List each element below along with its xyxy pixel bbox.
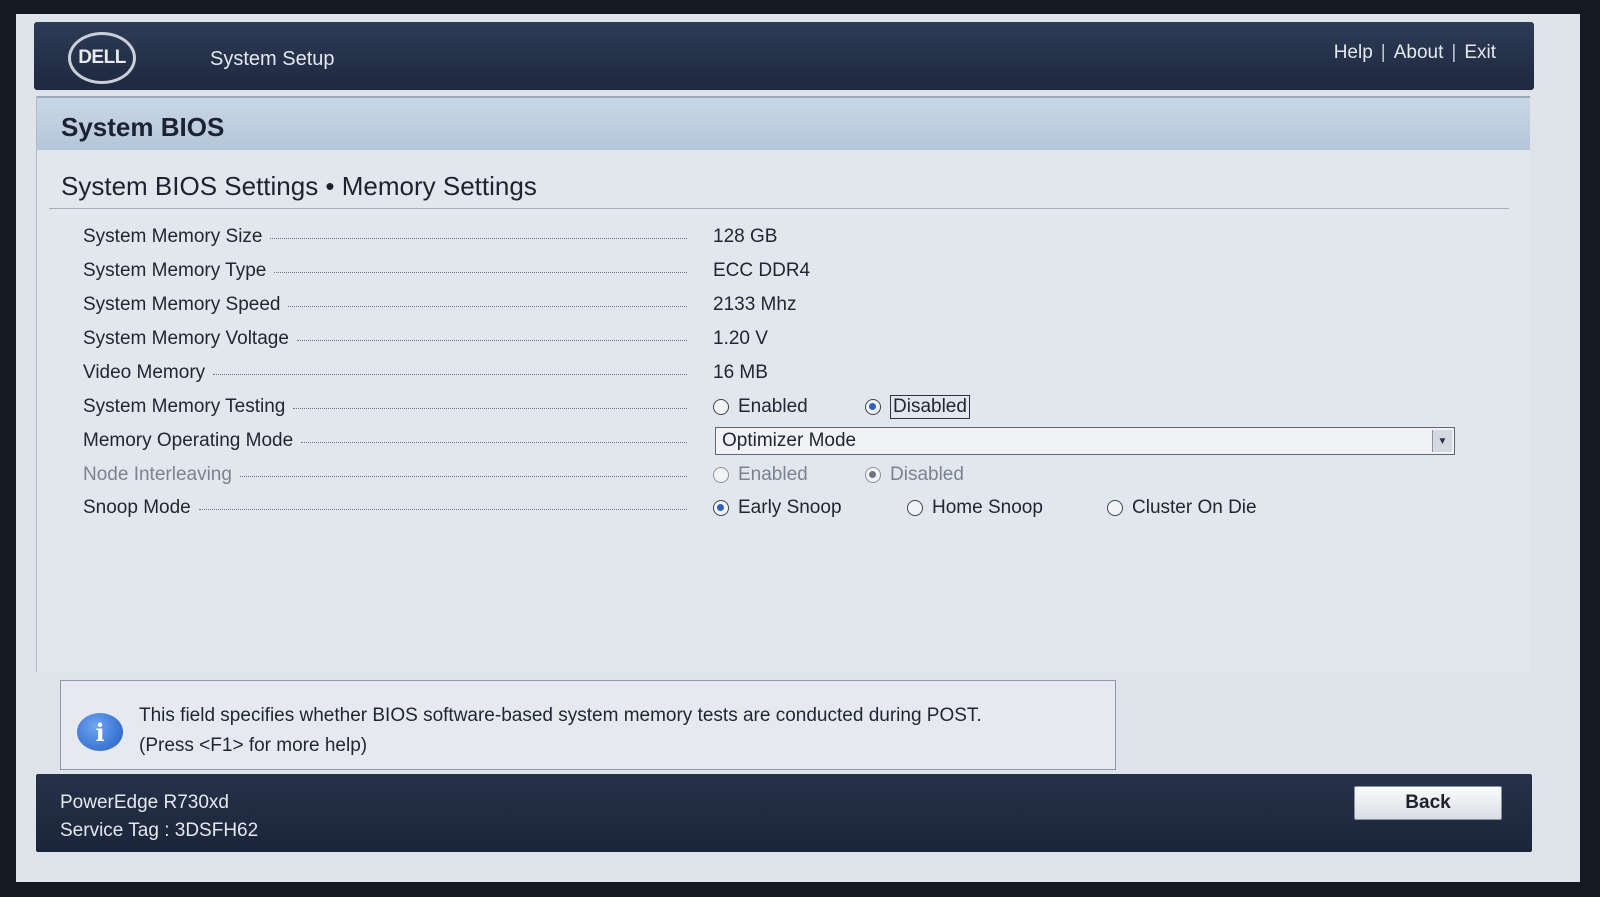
- snoop-cluster-on-die-radio[interactable]: Cluster On Die: [1107, 497, 1257, 519]
- node-interleaving-enabled-radio: Enabled: [713, 464, 865, 486]
- setting-row-memory-testing: System Memory Testing Enabled Disabled: [83, 392, 1503, 422]
- back-button[interactable]: Back: [1354, 786, 1502, 820]
- help-text: This field specifies whether BIOS softwa…: [139, 701, 1109, 761]
- setting-row-memory-type: System Memory Type ECC DDR4: [83, 256, 1503, 286]
- leader-dots: [301, 441, 687, 443]
- radio-label: Disabled: [890, 464, 964, 485]
- radio-label: Disabled: [890, 395, 970, 419]
- settings-panel: System BIOS System BIOS Settings • Memor…: [36, 96, 1530, 672]
- setting-label: Video Memory: [83, 362, 206, 383]
- setting-value: 2133 Mhz: [713, 294, 797, 315]
- setting-row-operating-mode: Memory Operating Mode Optimizer Mode ▼: [83, 426, 1503, 456]
- leader-dots: [293, 407, 687, 409]
- radio-unselected-icon: [907, 500, 923, 516]
- radio-label: Enabled: [738, 396, 808, 417]
- setting-row-snoop-mode: Snoop Mode Early Snoop Home Snoop Cluste…: [83, 493, 1503, 523]
- radio-label: Early Snoop: [738, 497, 842, 518]
- snoop-home-radio[interactable]: Home Snoop: [907, 497, 1107, 519]
- setting-value: ECC DDR4: [713, 260, 811, 281]
- setting-label: System Memory Speed: [83, 294, 281, 315]
- panel-title: System BIOS: [61, 112, 225, 142]
- radio-label: Cluster On Die: [1132, 497, 1257, 518]
- setting-row-video-memory: Video Memory 16 MB: [83, 358, 1503, 388]
- setting-label: Memory Operating Mode: [83, 430, 294, 451]
- setting-value: 128 GB: [713, 226, 778, 247]
- footer-bar: PowerEdge R730xd Service Tag : 3DSFH62 B…: [36, 774, 1532, 852]
- leader-dots: [288, 305, 687, 307]
- radio-label: Enabled: [738, 464, 808, 485]
- setting-row-memory-size: System Memory Size 128 GB: [83, 222, 1503, 252]
- leader-dots: [296, 339, 687, 341]
- app-title: System Setup: [210, 48, 335, 70]
- memory-testing-enabled-radio[interactable]: Enabled: [713, 396, 865, 418]
- info-icon: i: [77, 713, 123, 751]
- radio-label: Home Snoop: [932, 497, 1043, 518]
- snoop-early-radio[interactable]: Early Snoop: [713, 497, 907, 519]
- radio-unselected-icon: [713, 399, 729, 415]
- subtitle-divider: [49, 208, 1509, 209]
- memory-testing-radio-group: Enabled Disabled: [713, 395, 970, 419]
- page-subtitle: System BIOS Settings • Memory Settings: [61, 171, 537, 201]
- leader-dots: [198, 508, 687, 510]
- help-link[interactable]: Help: [1334, 42, 1373, 64]
- leader-dots: [239, 475, 687, 477]
- setting-row-memory-speed: System Memory Speed 2133 Mhz: [83, 290, 1503, 320]
- radio-unselected-icon: [1107, 500, 1123, 516]
- link-separator: |: [1380, 42, 1386, 63]
- setting-label: Snoop Mode: [83, 497, 191, 518]
- snoop-mode-radio-group: Early Snoop Home Snoop Cluster On Die: [713, 497, 1257, 519]
- node-interleaving-disabled-radio: Disabled: [865, 464, 964, 486]
- radio-selected-icon: [865, 467, 881, 483]
- setting-row-node-interleaving: Node Interleaving Enabled Disabled: [83, 460, 1503, 490]
- dell-logo: DELL: [68, 32, 136, 84]
- header-bar: DELL System Setup Help | About | Exit: [34, 22, 1534, 90]
- help-box: i This field specifies whether BIOS soft…: [60, 680, 1116, 770]
- help-line-f1-hint: (Press <F1> for more help): [139, 735, 368, 756]
- setting-label: System Memory Voltage: [83, 328, 289, 349]
- leader-dots: [213, 373, 687, 375]
- about-link[interactable]: About: [1394, 42, 1444, 64]
- setting-value: 16 MB: [713, 362, 768, 383]
- setting-label: System Memory Size: [83, 226, 263, 247]
- leader-dots: [274, 271, 687, 273]
- setting-row-memory-voltage: System Memory Voltage 1.20 V: [83, 324, 1503, 354]
- dropdown-value: Optimizer Mode: [722, 430, 857, 451]
- radio-unselected-icon: [713, 467, 729, 483]
- setting-label: Node Interleaving: [83, 464, 232, 485]
- radio-selected-icon: [865, 399, 881, 415]
- help-line-description: This field specifies whether BIOS softwa…: [139, 705, 982, 726]
- system-model: PowerEdge R730xd: [60, 792, 229, 813]
- radio-selected-icon: [713, 500, 729, 516]
- setting-label: System Memory Testing: [83, 396, 286, 417]
- memory-testing-disabled-radio[interactable]: Disabled: [865, 395, 970, 419]
- chevron-down-icon[interactable]: ▼: [1432, 430, 1452, 452]
- service-tag: Service Tag : 3DSFH62: [60, 820, 259, 841]
- node-interleaving-radio-group: Enabled Disabled: [713, 464, 964, 486]
- bios-screen: DELL System Setup Help | About | Exit Sy…: [16, 14, 1580, 882]
- setting-value: 1.20 V: [713, 328, 768, 349]
- leader-dots: [270, 237, 687, 239]
- exit-link[interactable]: Exit: [1464, 42, 1496, 64]
- top-links: Help | About | Exit: [1334, 42, 1496, 64]
- setting-label: System Memory Type: [83, 260, 267, 281]
- operating-mode-dropdown[interactable]: Optimizer Mode ▼: [715, 427, 1455, 455]
- panel-title-bar: System BIOS: [37, 96, 1530, 150]
- link-separator: |: [1451, 42, 1457, 63]
